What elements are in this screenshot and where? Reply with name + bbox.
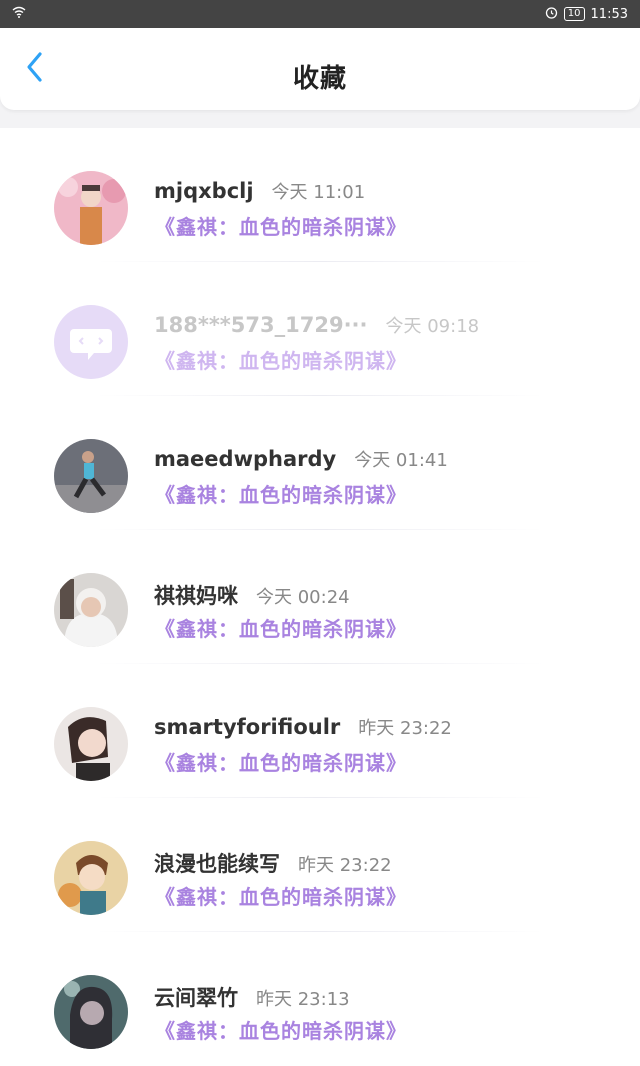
avatar[interactable]: [54, 305, 128, 379]
username: mjqxbclj: [154, 179, 254, 203]
book-title-link[interactable]: 《鑫祺：血色的暗杀阴谋》: [155, 747, 407, 776]
alarm-icon: [545, 6, 558, 23]
timestamp: 昨天 23:22: [358, 718, 452, 739]
username: 祺祺妈咪: [154, 584, 238, 608]
header: 收藏: [0, 28, 640, 110]
timestamp: 今天 00:24: [256, 587, 350, 608]
battery-icon: 10: [563, 7, 585, 21]
username: smartyforifioulr: [154, 715, 341, 739]
timestamp: 昨天 23:13: [256, 989, 350, 1010]
timestamp: 今天 01:41: [354, 450, 448, 471]
avatar[interactable]: [54, 439, 128, 513]
book-title-link[interactable]: 《鑫祺：血色的暗杀阴谋》: [155, 345, 407, 374]
page-title: 收藏: [292, 64, 347, 94]
list-item[interactable]: 云间翠竹 昨天 23:13 《鑫祺：血色的暗杀阴谋》: [0, 932, 640, 1066]
list-item[interactable]: maeedwphardy 今天 01:41 《鑫祺：血色的暗杀阴谋》: [0, 396, 640, 530]
status-bar: 10 11:53: [0, 0, 640, 28]
list-item[interactable]: 188***573_1729··· 今天 09:18 《鑫祺：血色的暗杀阴谋》: [0, 262, 640, 396]
timestamp: 今天 11:01: [271, 182, 366, 203]
avatar[interactable]: [54, 573, 128, 647]
book-title-link[interactable]: 《鑫祺：血色的暗杀阴谋》: [155, 881, 407, 910]
avatar[interactable]: [54, 975, 128, 1049]
status-time: 11:53: [590, 6, 628, 22]
list-item[interactable]: mjqxbclj 今天 11:01 《鑫祺：血色的暗杀阴谋》: [0, 128, 640, 262]
avatar[interactable]: [54, 707, 128, 781]
favorites-list: mjqxbclj 今天 11:01 《鑫祺：血色的暗杀阴谋》 188***573_…: [0, 128, 640, 1066]
timestamp: 昨天 23:22: [298, 855, 392, 876]
book-title-link[interactable]: 《鑫祺：血色的暗杀阴谋》: [155, 479, 407, 508]
username: 188***573_1729···: [154, 313, 368, 337]
book-title-link[interactable]: 《鑫祺：血色的暗杀阴谋》: [155, 613, 407, 642]
wifi-icon: [12, 6, 26, 22]
list-item[interactable]: smartyforifioulr 昨天 23:22 《鑫祺：血色的暗杀阴谋》: [0, 664, 640, 798]
list-item[interactable]: 浪漫也能续写 昨天 23:22 《鑫祺：血色的暗杀阴谋》: [0, 798, 640, 932]
username: 浪漫也能续写: [154, 852, 280, 876]
avatar[interactable]: [54, 841, 128, 915]
book-title-link[interactable]: 《鑫祺：血色的暗杀阴谋》: [155, 1015, 407, 1044]
list-item[interactable]: 祺祺妈咪 今天 00:24 《鑫祺：血色的暗杀阴谋》: [0, 530, 640, 664]
avatar[interactable]: [54, 171, 128, 245]
default-avatar-icon: [54, 305, 128, 379]
timestamp: 今天 09:18: [385, 316, 480, 337]
username: 云间翠竹: [154, 986, 238, 1010]
username: maeedwphardy: [154, 447, 337, 471]
book-title-link[interactable]: 《鑫祺：血色的暗杀阴谋》: [155, 211, 407, 240]
